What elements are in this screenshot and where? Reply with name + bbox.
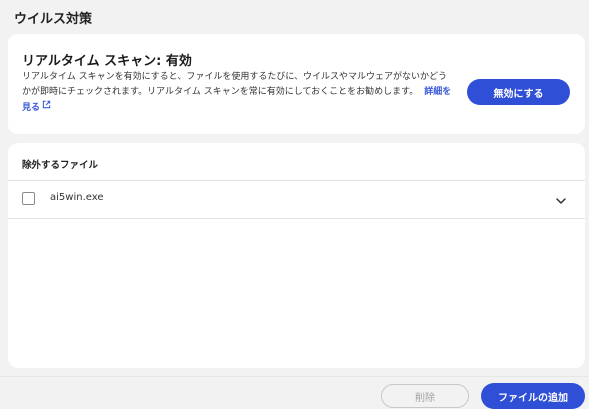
excluded-files-card: 除外するファイル ai5win.exe bbox=[8, 143, 585, 368]
disable-realtime-button[interactable]: 無効にする bbox=[467, 79, 570, 105]
realtime-scan-title: リアルタイム スキャン: 有効 bbox=[22, 54, 192, 69]
file-name: ai5win.exe bbox=[50, 192, 104, 203]
footer-divider bbox=[0, 376, 589, 377]
page-title: ウイルス対策 bbox=[14, 12, 93, 27]
realtime-scan-description-text: リアルタイム スキャンを有効にすると、ファイルを使用するたびに、ウイルスやマルウ… bbox=[22, 72, 448, 97]
file-checkbox[interactable] bbox=[22, 192, 35, 205]
excluded-file-row[interactable]: ai5win.exe bbox=[8, 181, 585, 218]
delete-button[interactable]: 削除 bbox=[381, 384, 469, 408]
realtime-scan-card: リアルタイム スキャン: 有効 リアルタイム スキャンを有効にすると、ファイルを… bbox=[8, 34, 585, 134]
row-divider bbox=[8, 218, 585, 219]
realtime-scan-description: リアルタイム スキャンを有効にすると、ファイルを使用するたびに、ウイルスやマルウ… bbox=[22, 70, 452, 116]
excluded-files-header: 除外するファイル bbox=[22, 160, 99, 171]
external-link-icon bbox=[42, 100, 51, 115]
add-file-button[interactable]: ファイルの追加 bbox=[481, 383, 585, 409]
chevron-down-icon[interactable] bbox=[554, 193, 568, 207]
